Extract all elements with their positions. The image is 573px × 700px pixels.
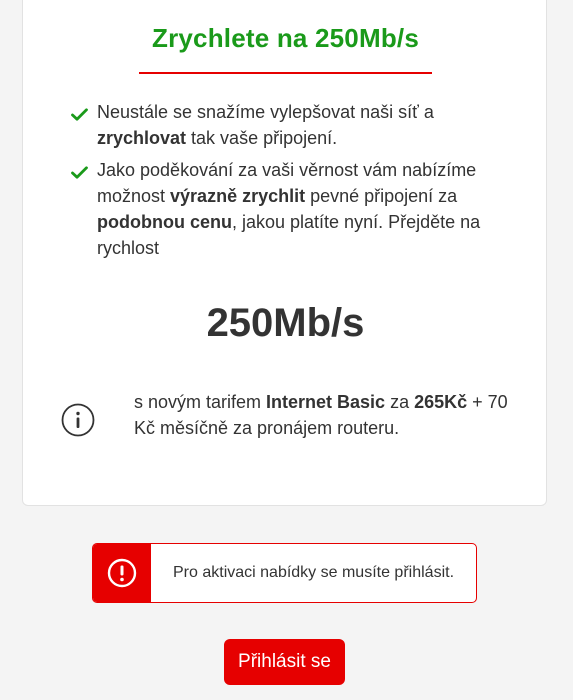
benefit-item: Jako poděkování za vaši věrnost vám nabí… [67,157,507,261]
benefit-text: Neustále se snažíme vylepšovat naši síť … [97,102,434,122]
login-alert: Pro aktivaci nabídky se musíte přihlásit… [92,543,477,603]
login-button[interactable]: Přihlásit se [224,639,345,685]
benefit-text: tak vaše připojení. [186,128,338,148]
title-underline [139,72,432,74]
tariff-info: s novým tarifem Internet Basic za 265Kč … [134,389,514,441]
exclamation-circle-icon [107,558,137,588]
benefit-highlight: zrychlovat [97,128,187,148]
checkmark-icon [71,108,88,121]
tariff-mid: za [385,392,415,412]
offer-card: Zrychlete na 250Mb/s Neustále se snažíme… [22,0,547,506]
benefit-highlight: podobnou cenu [97,212,232,232]
info-icon [61,403,95,437]
tariff-price: 265Kč [414,392,468,412]
checkmark-icon [71,166,88,179]
speed-value: 250Mb/s [206,301,365,345]
benefit-text: pevné připojení za [305,186,458,206]
tariff-prefix: s novým tarifem [134,392,267,412]
alert-message: Pro aktivaci nabídky se musíte přihlásit… [173,564,455,581]
alert-icon-panel [93,544,151,602]
tariff-name: Internet Basic [266,392,386,412]
benefit-item: Neustále se snažíme vylepšovat naši síť … [67,99,507,151]
offer-title: Zrychlete na 250Mb/s [152,23,419,53]
benefit-highlight: výrazně zrychlit [170,186,306,206]
benefit-list: Neustále se snažíme vylepšovat naši síť … [67,99,507,267]
